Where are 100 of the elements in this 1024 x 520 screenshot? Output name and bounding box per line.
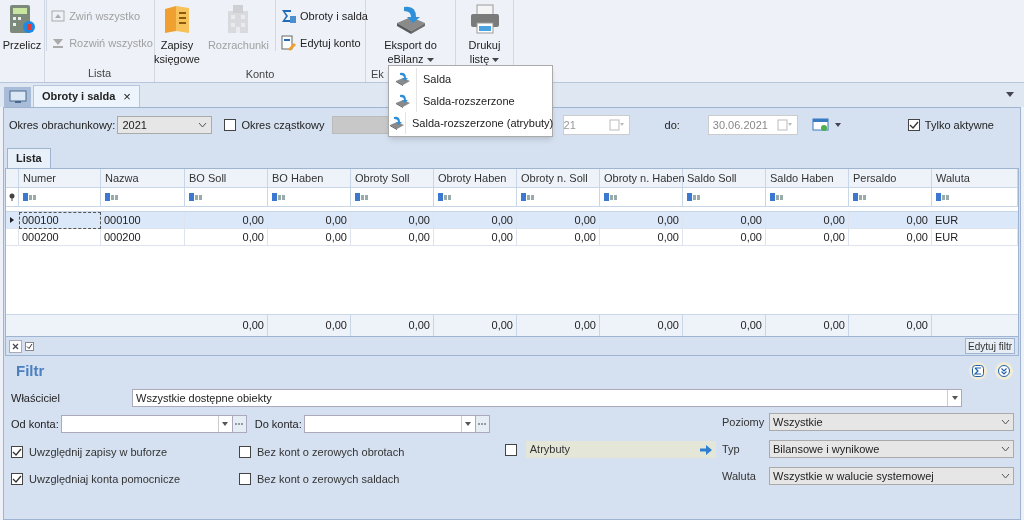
- checkbox[interactable]: [11, 472, 23, 485]
- text-filter-icon[interactable]: [687, 193, 701, 201]
- attributes-button[interactable]: Atrybuty: [525, 441, 716, 458]
- account-field[interactable]: [60, 415, 233, 433]
- document-tab[interactable]: Obroty i salda ×: [33, 85, 140, 107]
- field-label: Waluta: [722, 468, 757, 484]
- close-icon: [12, 342, 19, 350]
- edit-icon: [280, 34, 297, 51]
- field-label: Od konta:: [11, 416, 59, 432]
- text-filter-icon[interactable]: [23, 193, 37, 201]
- table-cell: 0,00: [351, 229, 434, 246]
- ribbon-button[interactable]: Drukuj listę: [461, 0, 508, 66]
- table-cell: 0,00: [517, 212, 600, 229]
- table-cell: 0,00: [185, 212, 268, 229]
- double-chevron-icon: [998, 365, 1010, 377]
- table-row[interactable]: 000200 000200 0,00 0,00 0,00 0,00 0,00 0,00 0,00 0,00 0,00 EUR: [6, 229, 1018, 246]
- account-field[interactable]: [303, 415, 476, 433]
- field-label: Właściciel: [11, 390, 61, 406]
- text-filter-icon[interactable]: [438, 193, 452, 201]
- home-tab[interactable]: [4, 87, 31, 107]
- column-header[interactable]: Numer: [19, 169, 101, 187]
- field-label: Poziomy: [722, 414, 766, 430]
- table-cell: 0,00: [600, 229, 683, 246]
- table-cell: 000200: [19, 229, 101, 246]
- sum-button[interactable]: [969, 362, 987, 380]
- checkbox[interactable]: [239, 446, 251, 459]
- collapse-button[interactable]: [995, 362, 1013, 380]
- arrow-right-icon: [699, 444, 712, 455]
- ribbon-button[interactable]: Edytuj konto: [280, 34, 368, 51]
- dropdown-select[interactable]: Bilansowe i wynikowe: [769, 440, 1014, 458]
- dropdown-select[interactable]: Wszystkie w walucie systemowej: [769, 467, 1014, 485]
- tab-label: Obroty i salda: [42, 89, 116, 105]
- filter-checkbox-icon[interactable]: [25, 341, 34, 351]
- dropdown-select[interactable]: Wszystkie: [769, 413, 1014, 431]
- text-filter-icon[interactable]: [770, 193, 784, 201]
- text-filter-icon[interactable]: [936, 193, 950, 201]
- checkbox[interactable]: [224, 119, 237, 131]
- close-button[interactable]: ×: [123, 90, 131, 103]
- ribbon-button[interactable]: Obroty i salda: [280, 8, 368, 25]
- dropdown-arrow-icon[interactable]: [1006, 92, 1014, 97]
- ribbon-button[interactable]: Przelicz: [0, 0, 44, 52]
- checkbox[interactable]: [504, 443, 517, 456]
- owner-select[interactable]: Wszystkie dostępne obiekty: [132, 389, 962, 407]
- caret-icon: [222, 422, 229, 426]
- column-header[interactable]: Nazwa: [101, 169, 185, 187]
- column-header[interactable]: Persaldo: [849, 169, 932, 187]
- check-icon: [12, 447, 22, 458]
- date-field[interactable]: 30.06.2021: [707, 115, 798, 135]
- table-cell: 0,00: [683, 229, 766, 246]
- text-filter-icon[interactable]: [189, 193, 203, 201]
- text-filter-icon[interactable]: [105, 193, 119, 201]
- edit-filter-button[interactable]: Edytuj filtr: [965, 338, 1015, 354]
- column-header[interactable]: Saldo Soll: [683, 169, 766, 187]
- clear-filter-button[interactable]: [9, 339, 22, 353]
- field-label: Typ: [722, 441, 741, 457]
- column-header[interactable]: BO Soll: [185, 169, 268, 187]
- table-cell: 000200: [101, 229, 185, 246]
- menu-item[interactable]: Salda-rozszerzone: [389, 90, 552, 112]
- calendar-refresh-icon[interactable]: [811, 118, 842, 132]
- checkbox[interactable]: [239, 472, 251, 485]
- checkbox-label: Uwzględnij zapisy w buforze: [29, 445, 168, 460]
- text-filter-icon[interactable]: [604, 193, 618, 201]
- column-header[interactable]: Obroty n. Soll: [517, 169, 600, 187]
- column-header[interactable]: Waluta: [932, 169, 1018, 187]
- text-filter-icon[interactable]: [272, 193, 286, 201]
- menu-item[interactable]: Salda-rozszerzone (atrybuty): [389, 112, 552, 134]
- group-label: Ek: [371, 67, 384, 82]
- field-label: Do konta:: [254, 416, 302, 432]
- text-filter-icon[interactable]: [853, 193, 867, 201]
- table-cell: 0,00: [434, 212, 517, 229]
- text-filter-icon[interactable]: [521, 193, 535, 201]
- list-tab[interactable]: Lista: [7, 148, 51, 168]
- expand-icon: [51, 36, 66, 49]
- chevron-down-icon: [1001, 446, 1010, 452]
- ribbon-button[interactable]: Zapisy księgowe: [152, 0, 202, 66]
- column-header[interactable]: Obroty Haben: [434, 169, 517, 187]
- table-cell: 0,00: [185, 229, 268, 246]
- column-header[interactable]: Saldo Haben: [766, 169, 849, 187]
- ribbon-button[interactable]: Eksport do eBilanz: [380, 0, 441, 66]
- checkbox-label: Uwzględniaj konta pomocnicze: [29, 471, 181, 487]
- table-cell: 0,00: [351, 212, 434, 229]
- checkbox-label: Bez kont o zerowych obrotach: [257, 445, 405, 460]
- text-filter-icon[interactable]: [355, 193, 369, 201]
- checkbox[interactable]: [11, 446, 23, 459]
- calculator-icon: [7, 3, 37, 35]
- column-header[interactable]: BO Haben: [268, 169, 351, 187]
- monitor-icon: [8, 90, 27, 104]
- menu-item[interactable]: Salda: [389, 68, 552, 90]
- checkbox[interactable]: [907, 119, 920, 131]
- column-header[interactable]: Obroty Soll: [351, 169, 434, 187]
- printer-icon: [468, 3, 501, 35]
- field-label: do:: [664, 117, 680, 133]
- collapse-icon: [51, 10, 66, 23]
- table-cell: EUR: [932, 229, 1018, 246]
- tray-arrow-icon: [394, 93, 411, 109]
- period-select[interactable]: 2021: [117, 116, 213, 134]
- sigma-icon: [280, 8, 297, 25]
- checkbox-label: Bez kont o zerowych saldach: [257, 471, 400, 487]
- column-header[interactable]: Obroty n. Haben: [600, 169, 683, 187]
- table-row[interactable]: 000100 000100 0,00 0,00 0,00 0,00 0,00 0,00 0,00 0,00 0,00 EUR: [6, 212, 1018, 229]
